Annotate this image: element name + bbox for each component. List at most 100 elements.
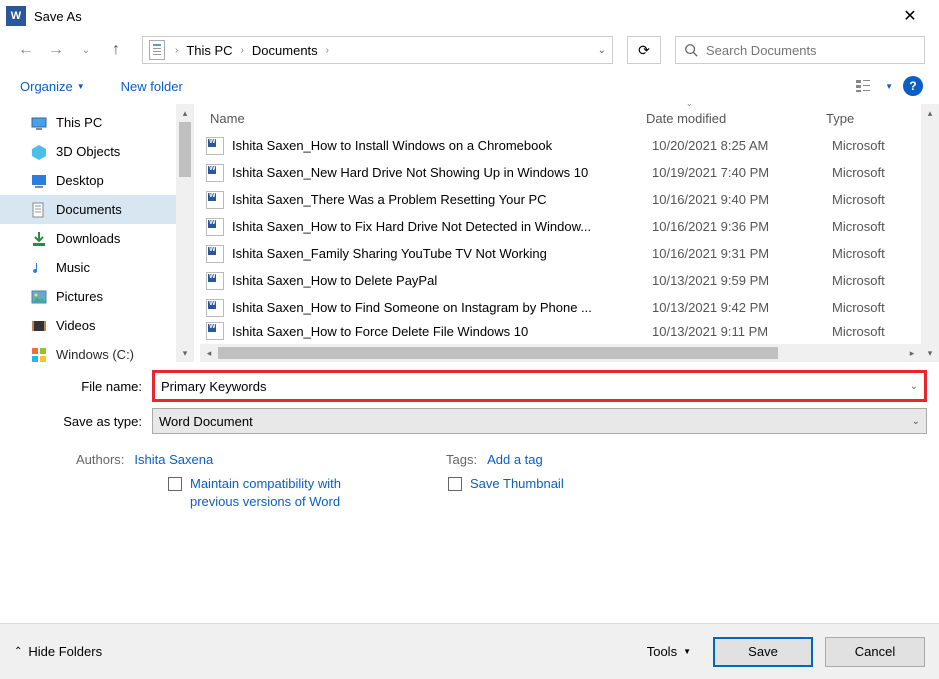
hide-folders-button[interactable]: ⌃ Hide Folders bbox=[14, 644, 102, 659]
file-row[interactable]: Ishita Saxen_Family Sharing YouTube TV N… bbox=[194, 240, 939, 267]
file-date: 10/16/2021 9:40 PM bbox=[652, 192, 832, 207]
titlebar: W Save As ✕ bbox=[0, 0, 939, 32]
filename-input[interactable] bbox=[155, 373, 904, 399]
organize-menu[interactable]: Organize▼ bbox=[16, 75, 89, 98]
file-row[interactable]: Ishita Saxen_How to Fix Hard Drive Not D… bbox=[194, 213, 939, 240]
sidebar-item-desktop[interactable]: Desktop bbox=[0, 166, 194, 195]
word-file-icon bbox=[206, 272, 224, 290]
maintain-compatibility-checkbox[interactable] bbox=[168, 477, 182, 491]
column-date[interactable]: ⌄Date modified bbox=[646, 111, 826, 126]
sort-indicator-icon: ⌄ bbox=[686, 99, 693, 108]
savetype-dropdown[interactable]: Word Document ⌄ bbox=[152, 408, 927, 434]
scroll-down-icon[interactable]: ▾ bbox=[921, 344, 939, 362]
search-input[interactable]: Search Documents bbox=[675, 36, 925, 64]
sidebar-item-downloads[interactable]: Downloads bbox=[0, 224, 194, 253]
tags-label: Tags: bbox=[446, 452, 477, 467]
scroll-left-icon[interactable]: ◂ bbox=[200, 344, 218, 362]
word-file-icon bbox=[206, 191, 224, 209]
help-button[interactable]: ? bbox=[903, 76, 923, 96]
address-bar[interactable]: › This PC › Documents › ⌄ bbox=[142, 36, 613, 64]
file-row[interactable]: Ishita Saxen_How to Install Windows on a… bbox=[194, 132, 939, 159]
column-name[interactable]: Name bbox=[206, 111, 646, 126]
word-file-icon bbox=[206, 299, 224, 317]
downloads-icon bbox=[30, 231, 48, 247]
address-dropdown-button[interactable]: ⌄ bbox=[598, 45, 606, 56]
file-type: Microsoft bbox=[832, 219, 885, 234]
save-thumbnail-checkbox[interactable] bbox=[448, 477, 462, 491]
vertical-scrollbar[interactable]: ▴ ▾ bbox=[921, 104, 939, 362]
sidebar-scrollbar[interactable]: ▴ ▾ bbox=[176, 104, 194, 362]
scrollbar-thumb[interactable] bbox=[218, 347, 778, 359]
file-row[interactable]: Ishita Saxen_How to Find Someone on Inst… bbox=[194, 294, 939, 321]
file-name: Ishita Saxen_Family Sharing YouTube TV N… bbox=[232, 246, 652, 261]
scroll-right-icon[interactable]: ▸ bbox=[903, 344, 921, 362]
refresh-button[interactable]: ⟳ bbox=[627, 36, 661, 64]
sidebar-item-windows-c[interactable]: Windows (C:) bbox=[0, 340, 194, 369]
save-thumbnail-label[interactable]: Save Thumbnail bbox=[470, 475, 564, 493]
view-dropdown-icon[interactable]: ▼ bbox=[885, 82, 893, 91]
sidebar-item-3d-objects[interactable]: 3D Objects bbox=[0, 137, 194, 166]
file-type: Microsoft bbox=[832, 300, 885, 315]
sidebar-item-this-pc[interactable]: This PC bbox=[0, 108, 194, 137]
chevron-down-icon: ⌄ bbox=[912, 416, 920, 427]
scroll-up-icon[interactable]: ▴ bbox=[921, 104, 939, 122]
chevron-right-icon[interactable]: › bbox=[237, 45, 248, 56]
authors-label: Authors: bbox=[76, 452, 124, 467]
documents-icon bbox=[30, 202, 48, 218]
file-name: Ishita Saxen_How to Find Someone on Inst… bbox=[232, 300, 652, 315]
file-date: 10/16/2021 9:36 PM bbox=[652, 219, 832, 234]
file-name: Ishita Saxen_How to Fix Hard Drive Not D… bbox=[232, 219, 652, 234]
cancel-button[interactable]: Cancel bbox=[825, 637, 925, 667]
authors-value[interactable]: Ishita Saxena bbox=[134, 452, 213, 467]
up-button[interactable]: ↑ bbox=[104, 38, 128, 62]
file-list: Name ⌄Date modified Type Ishita Saxen_Ho… bbox=[194, 104, 939, 362]
pictures-icon bbox=[30, 289, 48, 305]
maintain-compatibility-label[interactable]: Maintain compatibility with previous ver… bbox=[190, 475, 360, 511]
savetype-label: Save as type: bbox=[12, 414, 152, 429]
search-icon bbox=[684, 43, 698, 57]
scroll-up-icon[interactable]: ▴ bbox=[176, 104, 194, 122]
recent-locations-button[interactable]: ⌄ bbox=[74, 38, 98, 62]
scrollbar-thumb[interactable] bbox=[179, 122, 191, 177]
file-row[interactable]: Ishita Saxen_How to Force Delete File Wi… bbox=[194, 321, 939, 341]
view-options-button[interactable] bbox=[851, 76, 875, 96]
word-app-icon: W bbox=[6, 6, 26, 26]
file-row[interactable]: Ishita Saxen_New Hard Drive Not Showing … bbox=[194, 159, 939, 186]
scroll-down-icon[interactable]: ▾ bbox=[176, 344, 194, 362]
sidebar-item-documents[interactable]: Documents bbox=[0, 195, 194, 224]
command-bar: Organize▼ New folder ▼ ? bbox=[0, 68, 939, 104]
file-row[interactable]: Ishita Saxen_There Was a Problem Resetti… bbox=[194, 186, 939, 213]
tags-value[interactable]: Add a tag bbox=[487, 452, 543, 467]
filename-field-wrapper: ⌄ bbox=[152, 370, 927, 402]
chevron-right-icon[interactable]: › bbox=[322, 45, 333, 56]
chevron-right-icon[interactable]: › bbox=[171, 45, 182, 56]
file-name: Ishita Saxen_There Was a Problem Resetti… bbox=[232, 192, 652, 207]
file-type: Microsoft bbox=[832, 165, 885, 180]
file-name: Ishita Saxen_How to Force Delete File Wi… bbox=[232, 324, 652, 339]
file-row[interactable]: Ishita Saxen_How to Delete PayPal10/13/2… bbox=[194, 267, 939, 294]
explorer-body: This PC 3D Objects Desktop Documents Dow… bbox=[0, 104, 939, 362]
save-button[interactable]: Save bbox=[713, 637, 813, 667]
sidebar-item-music[interactable]: Music bbox=[0, 253, 194, 282]
horizontal-scrollbar[interactable]: ◂ ▸ bbox=[200, 344, 921, 362]
file-date: 10/20/2021 8:25 AM bbox=[652, 138, 832, 153]
breadcrumb-documents[interactable]: Documents bbox=[248, 43, 322, 58]
new-folder-button[interactable]: New folder bbox=[117, 75, 187, 98]
file-name: Ishita Saxen_How to Install Windows on a… bbox=[232, 138, 652, 153]
breadcrumb-this-pc[interactable]: This PC bbox=[182, 43, 236, 58]
word-file-icon bbox=[206, 164, 224, 182]
filename-dropdown-button[interactable]: ⌄ bbox=[904, 381, 924, 392]
tools-menu[interactable]: Tools▼ bbox=[647, 644, 701, 659]
3d-objects-icon bbox=[30, 144, 48, 160]
view-icon bbox=[855, 78, 871, 94]
location-icon bbox=[149, 40, 165, 60]
drive-icon bbox=[30, 347, 48, 363]
savetype-value: Word Document bbox=[159, 414, 253, 429]
close-button[interactable]: ✕ bbox=[887, 0, 933, 32]
file-type: Microsoft bbox=[832, 246, 885, 261]
sidebar-item-videos[interactable]: Videos bbox=[0, 311, 194, 340]
back-button[interactable]: ← bbox=[14, 38, 38, 62]
file-date: 10/19/2021 7:40 PM bbox=[652, 165, 832, 180]
forward-button[interactable]: → bbox=[44, 38, 68, 62]
sidebar-item-pictures[interactable]: Pictures bbox=[0, 282, 194, 311]
